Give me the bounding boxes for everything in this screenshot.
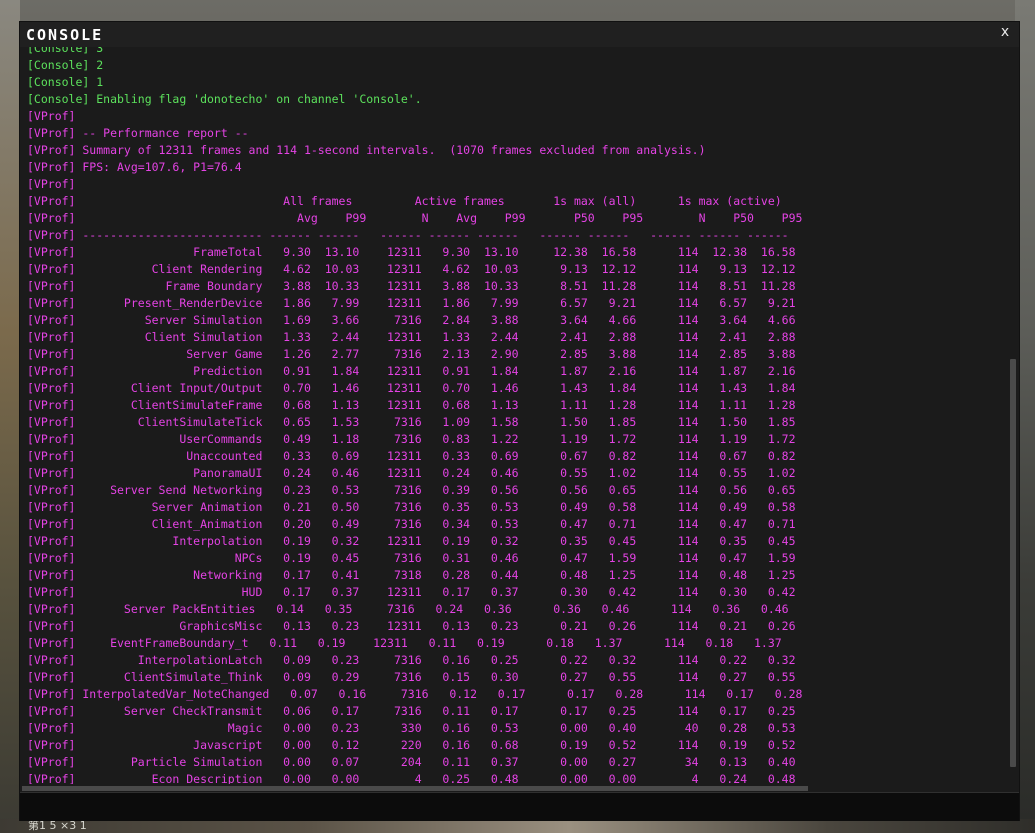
log-line: [VProf] Server Simulation 1.69 3.66 7316… bbox=[27, 313, 796, 327]
console-input-bar bbox=[20, 792, 1019, 821]
log-line: [VProf] FrameTotal 9.30 13.10 12311 9.30… bbox=[27, 245, 796, 259]
log-line: [VProf] -- Performance report -- bbox=[27, 126, 249, 140]
background-left-edge bbox=[0, 0, 20, 833]
log-line: [VProf] Unaccounted 0.33 0.69 12311 0.33… bbox=[27, 449, 796, 463]
log-line: [VProf] -------------------------- -----… bbox=[27, 228, 789, 242]
log-line: [VProf] Present_RenderDevice 1.86 7.99 1… bbox=[27, 296, 796, 310]
log-line: [VProf] InterpolatedVar_NoteChanged 0.07… bbox=[27, 687, 803, 701]
log-line: [VProf] Client Simulation 1.33 2.44 1231… bbox=[27, 330, 796, 344]
console-command-input[interactable] bbox=[24, 796, 1018, 818]
log-line: [VProf] HUD 0.17 0.37 12311 0.17 0.37 0.… bbox=[27, 585, 796, 599]
console-log: [Console] 3 [Console] 2 [Console] 1 [Consol… bbox=[27, 47, 1007, 788]
log-line: [VProf] Client_Animation 0.20 0.49 7316 … bbox=[27, 517, 796, 531]
log-line: [VProf] Networking 0.17 0.41 7318 0.28 0… bbox=[27, 568, 796, 582]
log-line: [VProf] Server Send Networking 0.23 0.53… bbox=[27, 483, 796, 497]
console-window: CONSOLE x [Console] 3 [Console] 2 [Console… bbox=[20, 22, 1019, 821]
log-line: [VProf] Frame Boundary 3.88 10.33 12311 … bbox=[27, 279, 796, 293]
log-line: [VProf] Magic 0.00 0.23 330 0.16 0.53 0.… bbox=[27, 721, 796, 735]
log-line: [Console] 1 bbox=[27, 75, 104, 89]
log-line: [VProf] ClientSimulateFrame 0.68 1.13 12… bbox=[27, 398, 796, 412]
log-line: [VProf] Javascript 0.00 0.12 220 0.16 0.… bbox=[27, 738, 796, 752]
log-line: [VProf] InterpolationLatch 0.09 0.23 731… bbox=[27, 653, 796, 667]
log-line: [VProf] Server Game 1.26 2.77 7316 2.13 … bbox=[27, 347, 796, 361]
log-line: [VProf] EventFrameBoundary_t 0.11 0.19 1… bbox=[27, 636, 782, 650]
log-line: [VProf] ClientSimulateTick 0.65 1.53 731… bbox=[27, 415, 796, 429]
log-line: [VProf] FPS: Avg=107.6, P1=76.4 bbox=[27, 160, 242, 174]
console-title: CONSOLE bbox=[26, 26, 104, 44]
log-line: [VProf] Particle Simulation 0.00 0.07 20… bbox=[27, 755, 796, 769]
background-bottom-edge bbox=[0, 819, 1035, 833]
log-line: [VProf] Client Input/Output 0.70 1.46 12… bbox=[27, 381, 796, 395]
horizontal-scrollbar-thumb[interactable] bbox=[22, 786, 808, 791]
console-output: [Console] 3 [Console] 2 [Console] 1 [Consol… bbox=[20, 47, 1019, 792]
log-line: [VProf] Avg P99 N Avg P99 P50 P95 N P50 … bbox=[27, 211, 803, 225]
log-line: [Console] 2 bbox=[27, 58, 104, 72]
log-line: [VProf] Client Rendering 4.62 10.03 1231… bbox=[27, 262, 796, 276]
log-line: [VProf] Server PackEntities 0.14 0.35 73… bbox=[27, 602, 789, 616]
log-line: [VProf] NPCs 0.19 0.45 7316 0.31 0.46 0.… bbox=[27, 551, 796, 565]
console-titlebar[interactable]: CONSOLE x bbox=[20, 22, 1019, 47]
log-line: [VProf] All frames Active frames 1s max … bbox=[27, 194, 782, 208]
log-line: [VProf] PanoramaUI 0.24 0.46 12311 0.24 … bbox=[27, 466, 796, 480]
log-line: [Console] Enabling flag 'donotecho' on c… bbox=[27, 92, 422, 106]
log-line: [Console] 3 bbox=[27, 47, 104, 55]
log-line: [VProf] ClientSimulate_Think 0.09 0.29 7… bbox=[27, 670, 796, 684]
log-line: [VProf] Summary of 12311 frames and 114 … bbox=[27, 143, 706, 157]
close-button[interactable]: x bbox=[997, 24, 1013, 42]
log-line: [VProf] bbox=[27, 109, 76, 123]
log-line: [VProf] bbox=[27, 177, 76, 191]
log-line: [VProf] Server CheckTransmit 0.06 0.17 7… bbox=[27, 704, 796, 718]
log-line: [VProf] Prediction 0.91 1.84 12311 0.91 … bbox=[27, 364, 796, 378]
log-line: [VProf] Interpolation 0.19 0.32 12311 0.… bbox=[27, 534, 796, 548]
log-line: [VProf] GraphicsMisc 0.13 0.23 12311 0.1… bbox=[27, 619, 796, 633]
log-line: [VProf] UserCommands 0.49 1.18 7316 0.83… bbox=[27, 432, 796, 446]
vertical-scrollbar-thumb[interactable] bbox=[1010, 359, 1016, 767]
horizontal-scrollbar[interactable] bbox=[20, 784, 1019, 792]
log-line: [VProf] Server Animation 0.21 0.50 7316 … bbox=[27, 500, 796, 514]
vertical-scrollbar[interactable] bbox=[1007, 47, 1019, 792]
